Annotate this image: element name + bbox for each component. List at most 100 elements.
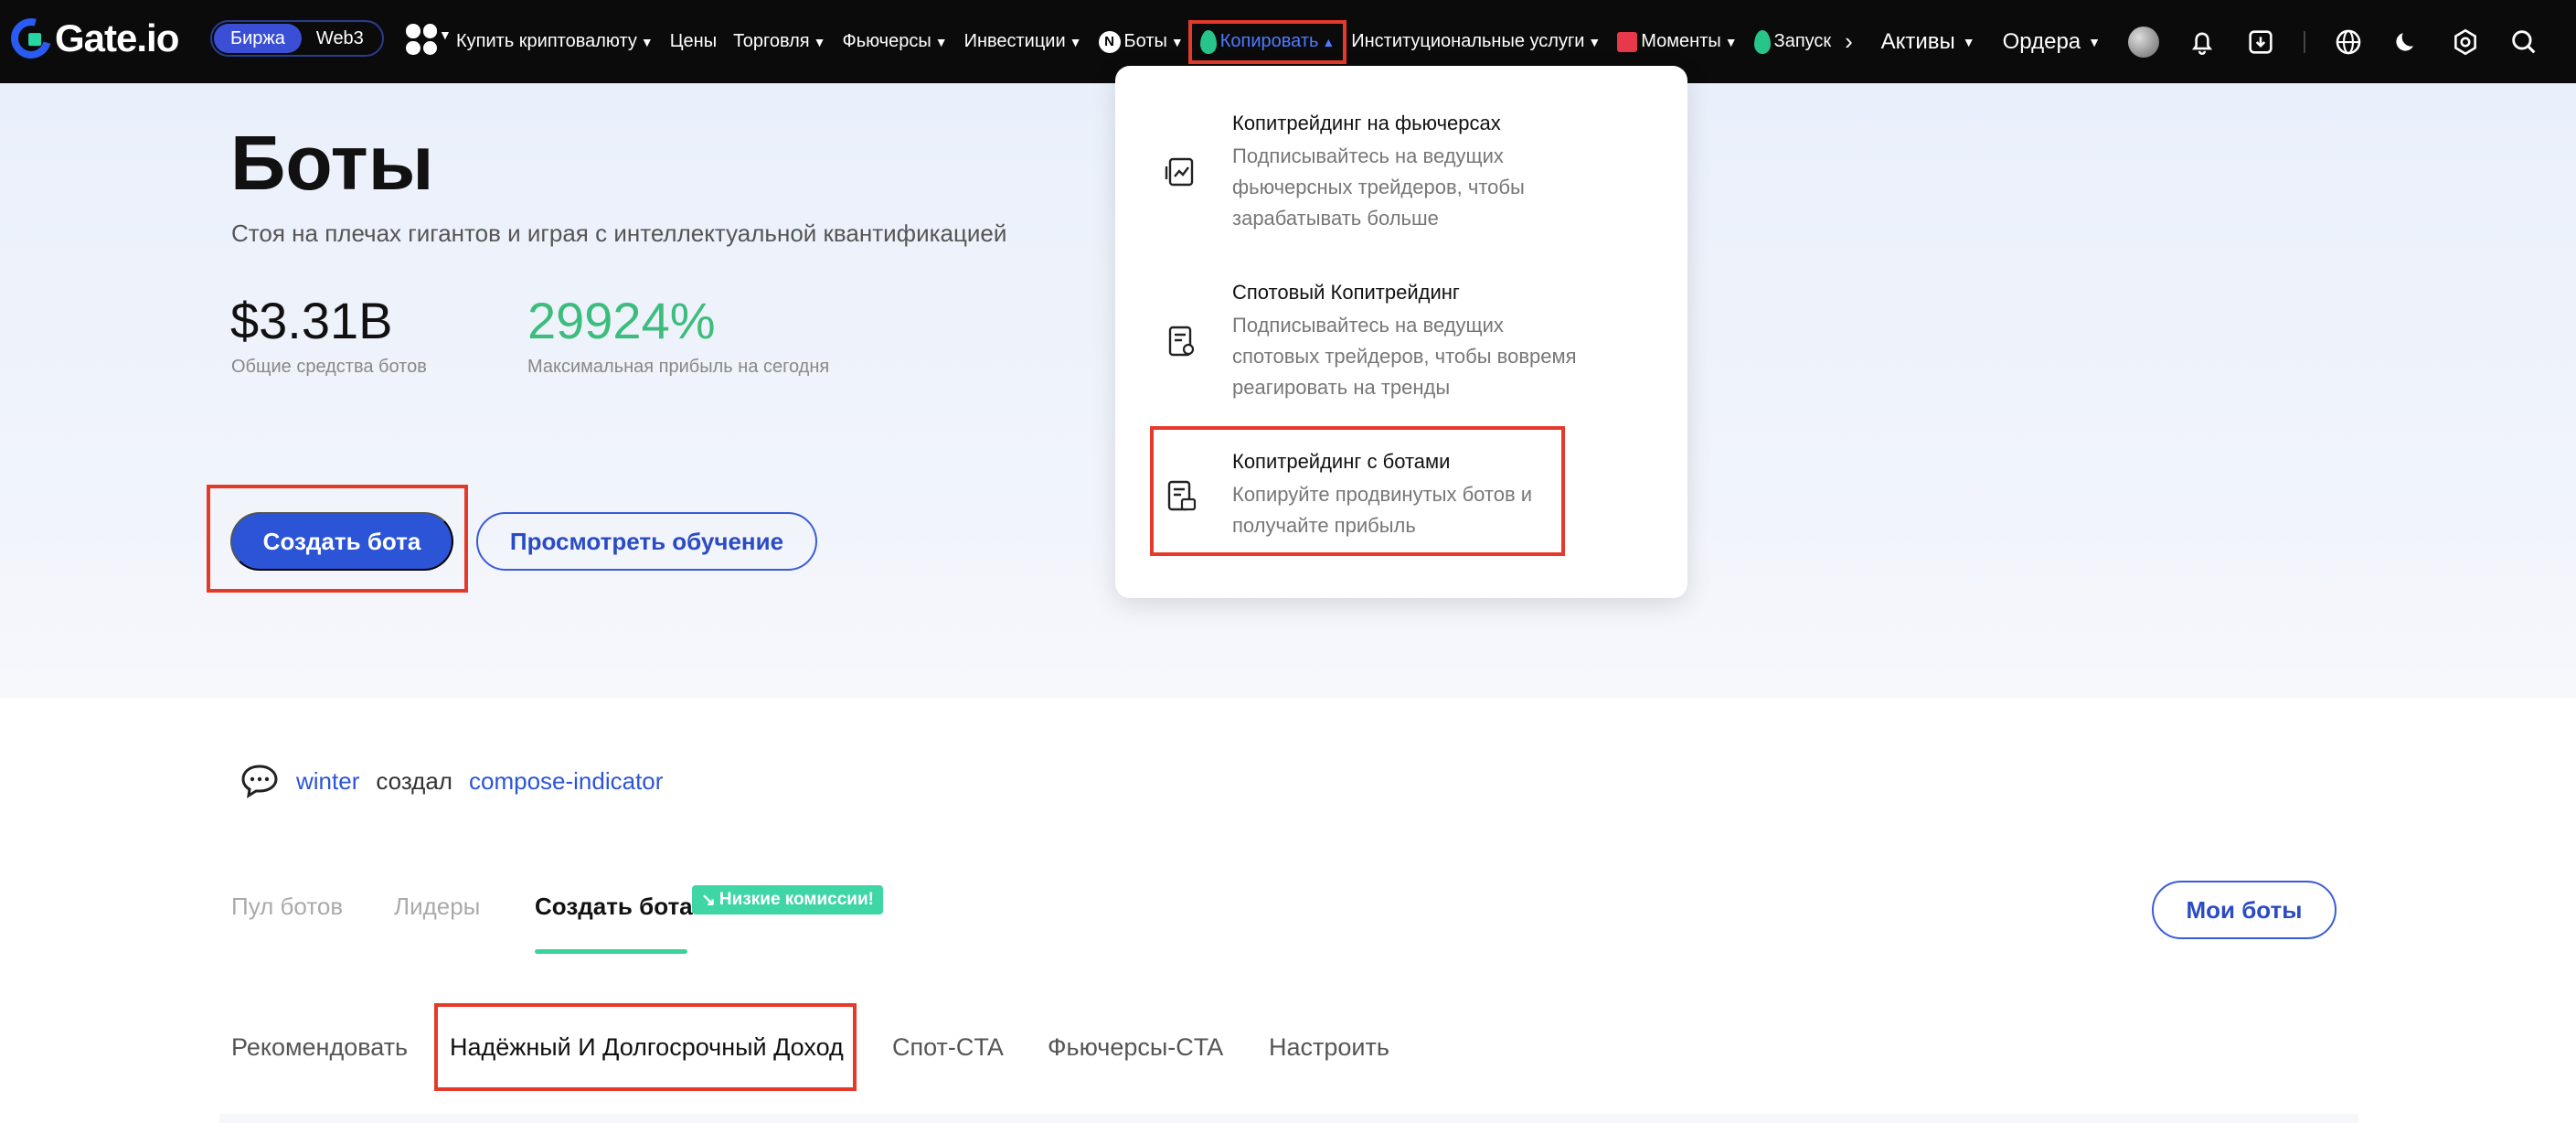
low-fees-label: Низкие комиссии! [719,890,874,909]
settings-icon[interactable] [2450,27,2481,58]
chevron-down-icon: ▼ [1588,34,1602,49]
nav-launch-label: Запуск [1773,31,1832,51]
activity-user-link[interactable]: winter [296,767,359,796]
tab-bot-pool[interactable]: Пул ботов [231,893,343,921]
desc-line: фьючерсных трейдеров, чтобы [1232,176,1525,198]
nav-futures-label: Фьючерсы [842,31,931,51]
desc-line: получайте прибыль [1232,514,1416,537]
nav-buy-crypto-label: Купить криптовалюту [456,31,637,51]
search-icon[interactable] [2508,27,2539,58]
nav-copy-label: Копировать [1219,31,1319,51]
desc-line: зарабатывать больше [1232,207,1439,230]
subtab-stable-income[interactable]: Надёжный И Долгосрочный Доход [450,1033,844,1062]
moon-icon[interactable] [2391,27,2422,58]
activity-bot-link[interactable]: compose-indicator [469,767,663,796]
chevron-down-icon: ▼ [640,34,654,49]
nav-right-actions: Активы ▼ Ордера ▼ [1881,0,2539,83]
nav-launch[interactable]: Запуск [1746,24,1840,60]
chevron-up-icon: ▲ [1322,34,1336,49]
nav-buy-crypto[interactable]: Купить криптовалюту ▼ [448,24,662,60]
launch-leaf-icon [1753,29,1771,54]
page-title: Боты [230,120,434,206]
chevron-down-icon: ▼ [1962,34,1975,49]
chevron-down-icon: ▼ [1724,34,1738,49]
gateio-logo[interactable]: Gate.io [3,10,179,67]
chevron-down-icon: ▼ [934,34,948,49]
activity-ticker: winter создал compose-indicator [240,763,663,799]
tab-create-bot[interactable]: Создать бота [535,893,693,921]
subtab-spot-cta[interactable]: Спот-CTA [892,1033,1004,1062]
spot-document-icon [1168,326,1195,357]
exchange-web3-switch[interactable]: Биржа Web3 [210,20,384,57]
create-bot-button[interactable]: Создать бота [230,512,453,571]
view-tutorial-button[interactable]: Просмотреть обучение [476,512,817,571]
divider [2304,30,2305,53]
dropdown-item-title: Спотовый Копитрейдинг [1232,281,1460,304]
bot-copy-trading-item[interactable]: Копитрейдинг с ботами Копируйте продвину… [1115,432,1687,560]
nav-moments-label: Моменты [1641,31,1721,51]
total-bot-funds-label: Общие средства ботов [231,357,427,377]
chevron-down-icon: ▼ [1170,34,1184,49]
chevron-down-icon: ▼ [1069,34,1082,49]
chevron-down-icon: ▼ [813,34,826,49]
globe-icon[interactable] [2333,27,2364,58]
copy-trading-dropdown: Копитрейдинг на фьючерсах Подписывайтесь… [1115,66,1687,598]
desc-line: спотовых трейдеров, чтобы вовремя [1232,345,1577,368]
nav-invest-label: Инвестиции [963,31,1066,51]
nav-prices-label: Цены [669,31,718,51]
orders-label: Ордера [2002,28,2081,54]
chevron-down-icon: ▼ [2088,34,2101,49]
dropdown-item-title: Копитрейдинг с ботами [1232,450,1451,473]
nav-moments[interactable]: Моменты ▼ [1609,24,1745,60]
desc-line: Подписывайтесь на ведущих [1232,314,1504,337]
spot-copy-trading-item[interactable]: Спотовый Копитрейдинг Подписывайтесь на … [1115,235,1687,404]
nav-invest[interactable]: Инвестиции ▼ [956,24,1091,60]
tab-leaders[interactable]: Лидеры [394,893,480,921]
nav-trade[interactable]: Торговля ▼ [725,24,834,60]
my-bots-button[interactable]: Мои боты [2152,881,2336,939]
content-card-edge [219,1114,2358,1123]
nav-futures[interactable]: Фьючерсы ▼ [834,24,955,60]
page-subtitle: Стоя на плечах гигантов и играя с интелл… [231,219,1007,247]
copy-leaf-icon [1199,29,1217,54]
futures-copy-trading-item[interactable]: Копитрейдинг на фьючерсах Подписывайтесь… [1115,66,1687,230]
chat-bubble-icon [241,765,278,798]
subtab-customize[interactable]: Настроить [1269,1033,1389,1062]
orders-menu[interactable]: Ордера ▼ [2003,29,2101,55]
moments-icon [1617,31,1638,52]
subtab-recommend[interactable]: Рекомендовать [231,1033,408,1062]
chevron-right-icon[interactable]: › [1839,27,1853,56]
nav-prices[interactable]: Цены [662,24,725,60]
nav-institutional[interactable]: Институциональные услуги ▼ [1343,24,1609,60]
trend-down-icon: ↘ [701,890,716,910]
nav-bots[interactable]: N Боты ▼ [1091,24,1192,60]
dropdown-item-title: Копитрейдинг на фьючерсах [1232,112,1501,134]
dropdown-item-desc: Подписывайтесь на ведущих спотовых трейде… [1232,310,1598,403]
nav-bots-label: Боты [1123,31,1167,51]
download-icon[interactable] [2245,27,2276,58]
bell-icon[interactable] [2187,27,2218,58]
assets-label: Активы [1880,28,1955,54]
max-profit-today-value: 29924% [527,292,716,349]
bot-document-icon [1167,480,1197,511]
assets-menu[interactable]: Активы ▼ [1881,29,1975,55]
apps-grid-icon[interactable] [406,24,437,55]
exchange-option[interactable]: Биржа [214,24,302,53]
total-bot-funds-value: $3.31B [230,292,393,349]
desc-line: Копируйте продвинутых ботов и [1232,483,1533,506]
max-profit-today-label: Максимальная прибыль на сегодня [527,357,830,377]
desc-line: реагировать на тренды [1232,376,1451,399]
nav-trade-label: Торговля [733,31,810,51]
nav-copy[interactable]: Копировать ▲ [1187,19,1347,64]
new-badge-icon: N [1098,30,1121,53]
brand-name: Gate.io [55,16,179,59]
nav-institutional-label: Институциональные услуги [1351,31,1585,51]
futures-chart-icon [1165,157,1194,187]
web3-option[interactable]: Web3 [302,28,378,49]
dropdown-item-desc: Подписывайтесь на ведущих фьючерсных трей… [1232,141,1598,234]
subtab-futures-cta[interactable]: Фьючерсы-CTA [1048,1033,1223,1062]
dropdown-item-desc: Копируйте продвинутых ботов и получайте п… [1232,479,1598,541]
active-tab-indicator [535,949,687,954]
user-avatar[interactable] [2128,26,2159,58]
low-fees-badge: ↘ Низкие комиссии! [692,885,883,914]
